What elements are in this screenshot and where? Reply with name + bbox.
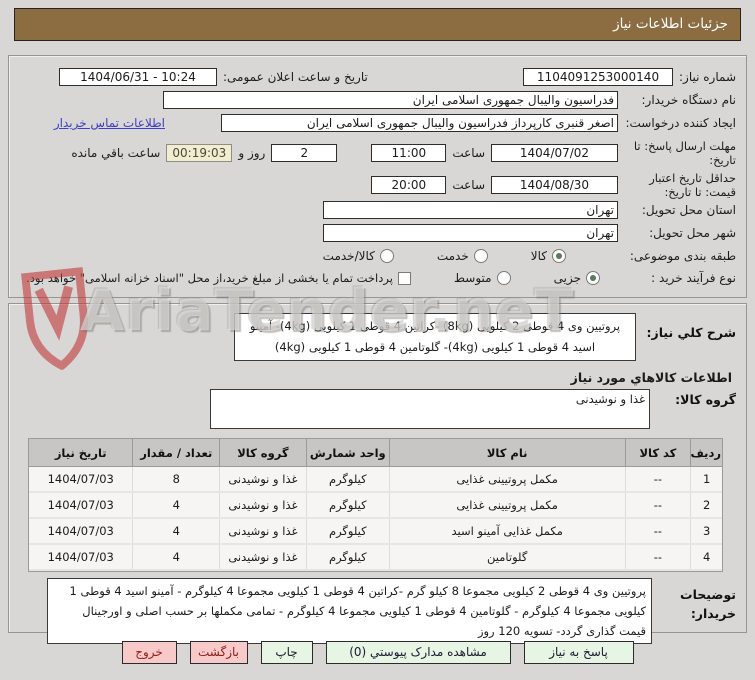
view-attachments-button[interactable]: مشاهده مدارک پیوستي (0) bbox=[325, 641, 511, 664]
goods-group-textarea[interactable]: غذا و نوشیدنی bbox=[210, 389, 650, 429]
cell: غذا و نوشیدنی bbox=[219, 544, 307, 571]
request-creator-field[interactable]: اصغر قنبری کارپرداز فدراسیون والیبال جمه… bbox=[221, 114, 618, 132]
cell: کیلوگرم bbox=[305, 466, 390, 493]
price-validity-label: حداقل تاریخ اعتبار قیمت: تا تاریخ: bbox=[649, 170, 736, 199]
action-buttons: پاسخ به نیاز مشاهده مدارک پیوستي (0) چاپ… bbox=[0, 641, 755, 664]
buyer-contact-link[interactable]: اطلاعات تماس خریدار bbox=[54, 116, 165, 130]
cell: مکمل پروتیینی غذایی bbox=[388, 466, 625, 493]
province-field[interactable]: تهران bbox=[323, 201, 618, 219]
cell: 1404/07/03 bbox=[29, 544, 133, 571]
province-label: استان محل تحویل: bbox=[641, 203, 736, 217]
radio-service[interactable] bbox=[473, 249, 488, 263]
city-label: شهر محل تحویل: bbox=[649, 226, 736, 240]
need-desc-textarea[interactable]: پروتیین وی 4 قوطی 2 کیلویی (8kg) -کراتین… bbox=[234, 313, 636, 361]
reply-deadline-date-field[interactable]: 1404/07/02 bbox=[491, 144, 618, 162]
need-desc-label: شرح کلي نیاز: bbox=[646, 325, 736, 340]
remaining-suffix-label: ساعت باقي مانده bbox=[71, 146, 161, 160]
announce-datetime-field[interactable]: 1404/06/31 - 10:24 bbox=[59, 68, 217, 86]
reply-hour-label: ساعت bbox=[452, 146, 485, 160]
radio-medium-label: متوسط bbox=[453, 271, 492, 285]
goods-section-header: اطلاعات کالاهاي مورد نیاز bbox=[570, 370, 732, 385]
cell: مکمل غذایی آمینو اسید bbox=[388, 518, 625, 545]
cell: کیلوگرم bbox=[305, 544, 390, 571]
cell: غذا و نوشیدنی bbox=[219, 492, 307, 519]
subject-class-label: طبقه بندی موضوعی: bbox=[629, 249, 736, 263]
table-row: 1 -- مکمل پروتیینی غذایی کیلوگرم غذا و ن… bbox=[29, 466, 722, 493]
radio-goods[interactable] bbox=[552, 249, 566, 263]
cell: -- bbox=[624, 518, 691, 545]
remaining-days-label: روز و bbox=[238, 146, 266, 160]
cell: گلوتامین bbox=[388, 544, 625, 571]
page-title: جزئیات اطلاعات نیاز bbox=[14, 8, 741, 41]
radio-minor[interactable] bbox=[586, 271, 600, 285]
table-row: 3 -- مکمل غذایی آمینو اسید کیلوگرم غذا و… bbox=[29, 518, 722, 545]
need-info-panel: شماره نیاز: 1104091253000140 تاریخ و ساع… bbox=[8, 55, 747, 298]
col-header-quantity: تعداد / مقدار bbox=[132, 439, 220, 467]
cell: 1404/07/03 bbox=[29, 466, 133, 493]
cell: مکمل پروتیینی غذایی bbox=[388, 492, 625, 519]
reply-to-need-button[interactable]: پاسخ به نیاز bbox=[523, 641, 634, 664]
remaining-time-field: 00:19:03 bbox=[166, 144, 233, 162]
remaining-days-field: 2 bbox=[271, 144, 338, 162]
goods-info-panel: شرح کلي نیاز: پروتیین وی 4 قوطی 2 کیلویی… bbox=[8, 303, 747, 644]
radio-medium[interactable] bbox=[496, 271, 511, 285]
cell: -- bbox=[624, 544, 691, 571]
col-header-need-date: تاریخ نیاز bbox=[29, 439, 133, 467]
col-header-row-index: ردیف bbox=[690, 439, 722, 467]
cell: -- bbox=[624, 466, 691, 493]
request-creator-label: ایجاد کننده درخواست: bbox=[625, 116, 736, 130]
price-validity-time-field[interactable]: 20:00 bbox=[371, 176, 447, 194]
buyer-notes-textarea[interactable]: پروتیین وی 4 قوطی 2 کیلویی مجموعا 8 کیلو… bbox=[47, 578, 652, 644]
cell: کیلوگرم bbox=[305, 518, 390, 545]
goods-group-label: گروه کالا: bbox=[675, 392, 736, 407]
table-row: 2 -- مکمل پروتیینی غذایی کیلوگرم غذا و ن… bbox=[29, 492, 722, 519]
cell: کیلوگرم bbox=[305, 492, 390, 519]
cell: غذا و نوشیدنی bbox=[219, 518, 307, 545]
radio-goods-label: کالا bbox=[530, 249, 547, 263]
print-button[interactable]: چاپ bbox=[260, 641, 313, 664]
treasury-checkbox[interactable] bbox=[397, 271, 411, 285]
process-type-label: نوع فرآیند خرید : bbox=[651, 271, 736, 285]
col-header-unit: واحد شمارش bbox=[305, 439, 390, 467]
treasury-checkbox-label: پرداخت تمام یا بخشی از مبلغ خرید،از محل … bbox=[26, 271, 393, 285]
col-header-item-code: کد کالا bbox=[624, 439, 691, 467]
col-header-group: گروه کالا bbox=[219, 439, 307, 467]
col-header-item-name: نام کالا bbox=[388, 439, 625, 467]
cell: 4 bbox=[132, 544, 220, 571]
back-button[interactable]: بازگشت bbox=[189, 641, 248, 664]
cell: 4 bbox=[132, 518, 220, 545]
radio-service-label: خدمت bbox=[436, 249, 469, 263]
cell: 8 bbox=[132, 466, 220, 493]
exit-button[interactable]: خروج bbox=[121, 641, 177, 664]
cell: 3 bbox=[690, 518, 722, 545]
cell: غذا و نوشیدنی bbox=[219, 466, 307, 493]
reply-deadline-time-field[interactable]: 11:00 bbox=[371, 144, 447, 162]
buyer-org-label: نام دستگاه خریدار: bbox=[641, 93, 737, 107]
need-number-label: شماره نیاز: bbox=[679, 70, 736, 84]
cell: -- bbox=[624, 492, 691, 519]
buyer-org-field[interactable]: فدراسیون والیبال جمهوری اسلامی ایران bbox=[163, 91, 618, 109]
cell: 1404/07/03 bbox=[29, 518, 133, 545]
cell: 4 bbox=[132, 492, 220, 519]
buyer-notes-label: توضیحات خریدار: bbox=[680, 587, 736, 621]
goods-table: ردیف کد کالا نام کالا واحد شمارش گروه کا… bbox=[28, 438, 723, 572]
cell: 4 bbox=[690, 544, 722, 571]
cell: 2 bbox=[690, 492, 722, 519]
table-header-row: ردیف کد کالا نام کالا واحد شمارش گروه کا… bbox=[29, 439, 722, 467]
cell: 1404/07/03 bbox=[29, 492, 133, 519]
city-field[interactable]: تهران bbox=[323, 224, 618, 242]
price-validity-date-field[interactable]: 1404/08/30 bbox=[491, 176, 618, 194]
radio-goods-service[interactable] bbox=[379, 249, 394, 263]
reply-deadline-label: مهلت ارسال پاسخ: تا تاریخ: bbox=[633, 138, 736, 167]
announce-datetime-label: تاریخ و ساعت اعلان عمومی: bbox=[223, 70, 368, 84]
radio-goods-service-label: کالا/خدمت bbox=[322, 249, 375, 263]
cell: 1 bbox=[690, 466, 722, 493]
price-hour-label: ساعت bbox=[452, 178, 485, 192]
table-row: 4 -- گلوتامین کیلوگرم غذا و نوشیدنی 4 14… bbox=[29, 544, 722, 571]
radio-minor-label: جزیی bbox=[553, 271, 581, 285]
need-number-field[interactable]: 1104091253000140 bbox=[523, 68, 673, 86]
